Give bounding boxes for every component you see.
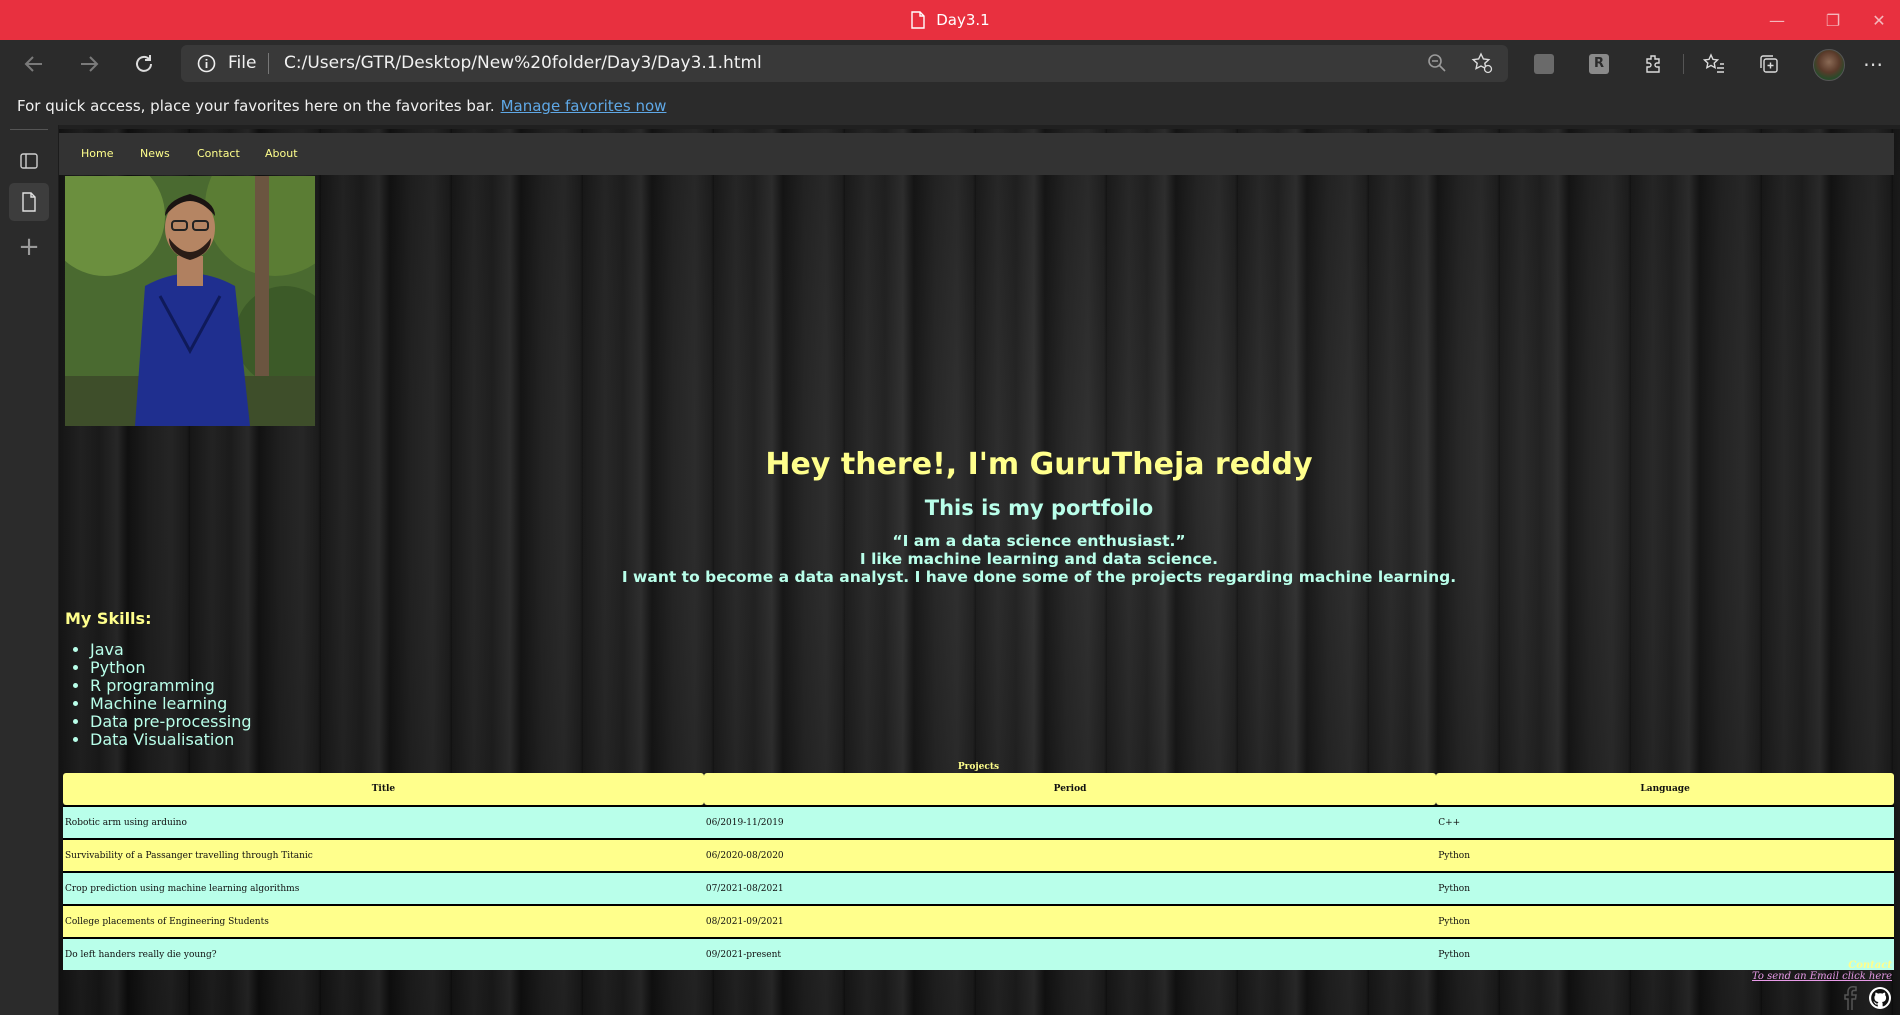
project-title-cell: Do left handers really die young? (63, 937, 704, 970)
title-bar: Day3.1 — ❐ ✕ (0, 0, 1900, 40)
project-language-cell: Python (1436, 838, 1894, 871)
collections-icon[interactable] (1754, 49, 1784, 79)
column-header-period: Period (703, 773, 1437, 805)
scheme-label: File (228, 53, 257, 73)
table-row: Crop prediction using machine learning a… (63, 871, 1894, 904)
vertical-tabs-sidebar: + (0, 125, 59, 1015)
skill-item: R programming (90, 677, 252, 695)
column-header-language: Language (1436, 773, 1894, 805)
skills-section: My Skills: Java Python R programming Mac… (65, 609, 252, 749)
restore-button[interactable]: ❐ (1810, 0, 1856, 40)
skills-list: Java Python R programming Machine learni… (65, 641, 252, 749)
skill-item: Java (90, 641, 252, 659)
project-period-cell: 09/2021-present (703, 937, 1437, 970)
projects-table: Title Period Language Robotic arm using … (63, 773, 1894, 970)
table-row: Robotic arm using arduino 06/2019-11/201… (63, 805, 1894, 838)
table-row: Survivability of a Passanger travelling … (63, 838, 1894, 871)
page-heading: Hey there!, I'm GuruTheja reddy (765, 447, 1313, 482)
favorites-message: For quick access, place your favorites h… (17, 97, 666, 115)
profile-avatar[interactable] (1813, 49, 1845, 81)
hero-section: Hey there!, I'm GuruTheja reddy This is … (329, 447, 1749, 586)
info-icon[interactable] (197, 54, 216, 77)
quote-line: “I am a data science enthusiast.” (892, 532, 1186, 550)
tab-actions-icon[interactable] (9, 142, 49, 180)
github-icon[interactable] (1868, 986, 1892, 1013)
project-period-cell: 07/2021-08/2021 (703, 871, 1437, 904)
nav-news-link[interactable]: News (140, 147, 170, 160)
intro-paragraph: “I am a data science enthusiast.” I like… (329, 532, 1749, 586)
browser-toolbar: File C:/Users/GTR/Desktop/New%20folder/D… (0, 40, 1900, 88)
address-divider (268, 53, 269, 74)
skill-item: Python (90, 659, 252, 677)
favorites-message-text: For quick access, place your favorites h… (17, 97, 495, 115)
intro-line: I like machine learning and data science… (859, 550, 1219, 568)
add-favorite-icon[interactable] (1471, 52, 1493, 78)
sidebar-divider (10, 129, 48, 130)
window-title-text: Day3.1 (936, 11, 990, 29)
page-icon (911, 11, 925, 29)
page-footer: Contact To send an Email click here (1752, 960, 1892, 1013)
close-button[interactable]: ✕ (1856, 0, 1900, 40)
intro-line: I want to become a data analyst. I have … (621, 568, 1457, 586)
table-row: College placements of Engineering Studen… (63, 904, 1894, 937)
project-language-cell: C++ (1436, 805, 1894, 838)
refresh-icon[interactable] (128, 48, 160, 80)
skill-item: Data Visualisation (90, 731, 252, 749)
nav-contact-link[interactable]: Contact (197, 147, 240, 160)
forward-icon[interactable] (73, 48, 105, 80)
back-icon[interactable] (18, 48, 50, 80)
project-title-cell: Robotic arm using arduino (63, 805, 704, 838)
nav-about-link[interactable]: About (265, 147, 298, 160)
project-period-cell: 06/2019-11/2019 (703, 805, 1437, 838)
project-period-cell: 06/2020-08/2020 (703, 838, 1437, 871)
skill-item: Data pre-processing (90, 713, 252, 731)
url-text[interactable]: C:/Users/GTR/Desktop/New%20folder/Day3/D… (284, 53, 762, 73)
social-icons (1752, 986, 1892, 1013)
skill-item: Machine learning (90, 695, 252, 713)
table-header-row: Title Period Language (63, 773, 1894, 805)
web-page: Home News Contact About Hey there!, I'm … (59, 129, 1900, 1015)
new-tab-plus-icon[interactable]: + (9, 228, 49, 266)
column-header-title: Title (63, 773, 704, 805)
current-tab-page-icon[interactable] (9, 183, 49, 221)
table-row: Do left handers really die young? 09/202… (63, 937, 1894, 970)
window-title: Day3.1 (0, 0, 1900, 40)
projects-caption: Projects (957, 762, 1000, 772)
toolbar-divider (1683, 54, 1684, 74)
facebook-icon[interactable] (1840, 986, 1860, 1013)
project-period-cell: 08/2021-09/2021 (703, 904, 1437, 937)
project-language-cell: Python (1436, 904, 1894, 937)
project-language-cell: Python (1436, 871, 1894, 904)
manage-favorites-link[interactable]: Manage favorites now (501, 97, 667, 115)
project-title-cell: Survivability of a Passanger travelling … (63, 838, 704, 871)
skills-title: My Skills: (65, 609, 152, 628)
projects-section: Projects Title Period Language Robotic a… (63, 762, 1894, 970)
address-bar[interactable]: File C:/Users/GTR/Desktop/New%20folder/D… (181, 45, 1508, 82)
project-title-cell: College placements of Engineering Studen… (63, 904, 704, 937)
extensions-icon[interactable] (1639, 49, 1669, 79)
more-options-icon[interactable]: ⋯ (1858, 49, 1888, 79)
profile-photo (65, 176, 315, 426)
nav-home-link[interactable]: Home (81, 147, 113, 160)
footer-contact-label: Contact (1848, 960, 1892, 971)
project-title-cell: Crop prediction using machine learning a… (63, 871, 704, 904)
extension-square-icon[interactable] (1529, 49, 1559, 79)
minimize-button[interactable]: — (1754, 0, 1800, 40)
site-navbar: Home News Contact About (59, 133, 1894, 175)
zoom-icon[interactable] (1427, 53, 1447, 77)
page-subheading: This is my portfoilo (924, 496, 1154, 520)
email-link[interactable]: To send an Email click here (1752, 971, 1892, 982)
extension-r-icon[interactable]: R (1584, 49, 1614, 79)
favorites-icon[interactable] (1699, 49, 1729, 79)
favorites-bar: For quick access, place your favorites h… (0, 88, 1900, 125)
